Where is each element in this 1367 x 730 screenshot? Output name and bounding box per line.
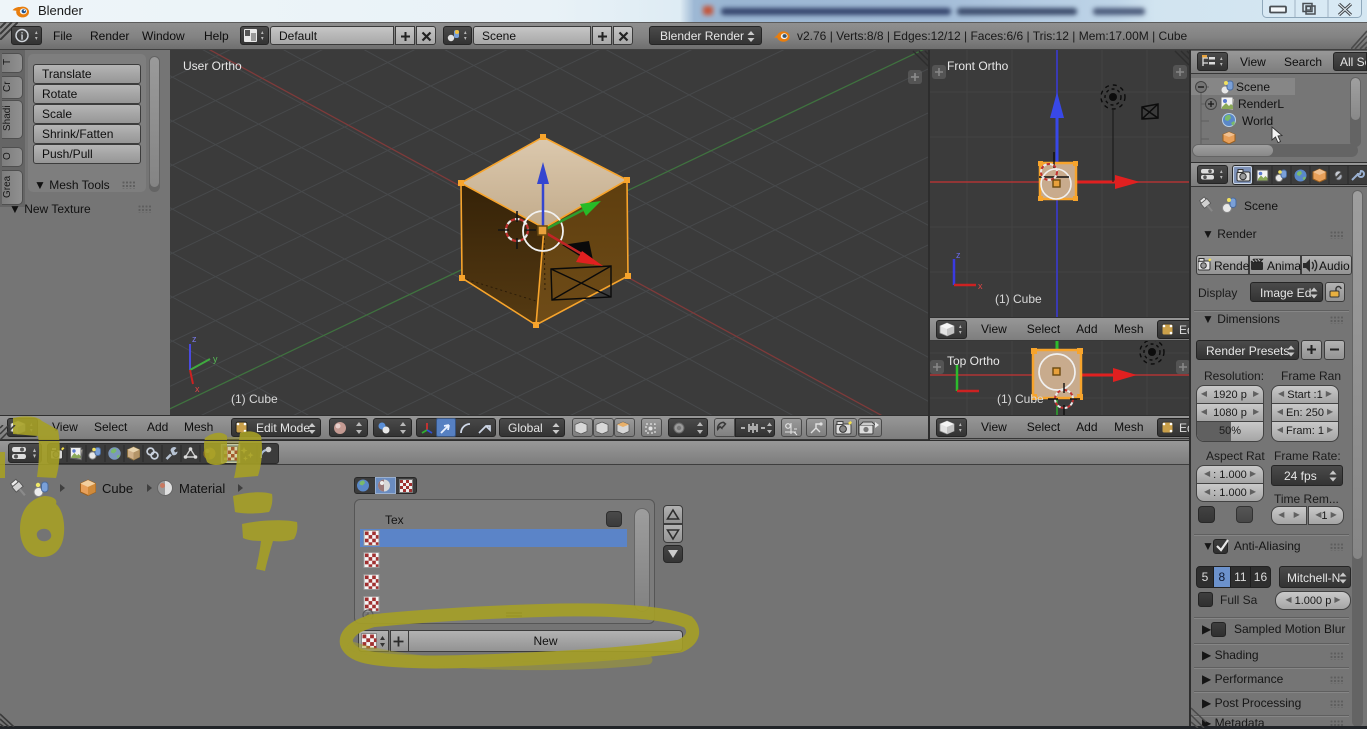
svg-text:Front Ortho: Front Ortho <box>947 59 1009 73</box>
svg-text:User Ortho: User Ortho <box>183 59 242 73</box>
svg-text:i: i <box>21 32 24 43</box>
svg-text:Scene: Scene <box>1244 199 1278 213</box>
svg-text:RenderL: RenderL <box>1238 97 1284 111</box>
svg-text:Material: Material <box>179 481 225 496</box>
svg-text:Scene: Scene <box>1236 80 1270 94</box>
svg-text:(1) Cube: (1) Cube <box>995 292 1042 306</box>
svg-text:y: y <box>213 354 218 364</box>
svg-text:z: z <box>956 250 961 260</box>
svg-text:World: World <box>1242 114 1273 128</box>
svg-text:(1) Cube: (1) Cube <box>997 392 1044 406</box>
svg-text:(1) Cube: (1) Cube <box>231 392 278 406</box>
svg-text:Top Ortho: Top Ortho <box>947 354 1000 368</box>
svg-text:Cube: Cube <box>102 481 133 496</box>
svg-text:x: x <box>978 281 983 291</box>
svg-text:z: z <box>192 334 197 344</box>
svg-text:x: x <box>195 384 200 394</box>
